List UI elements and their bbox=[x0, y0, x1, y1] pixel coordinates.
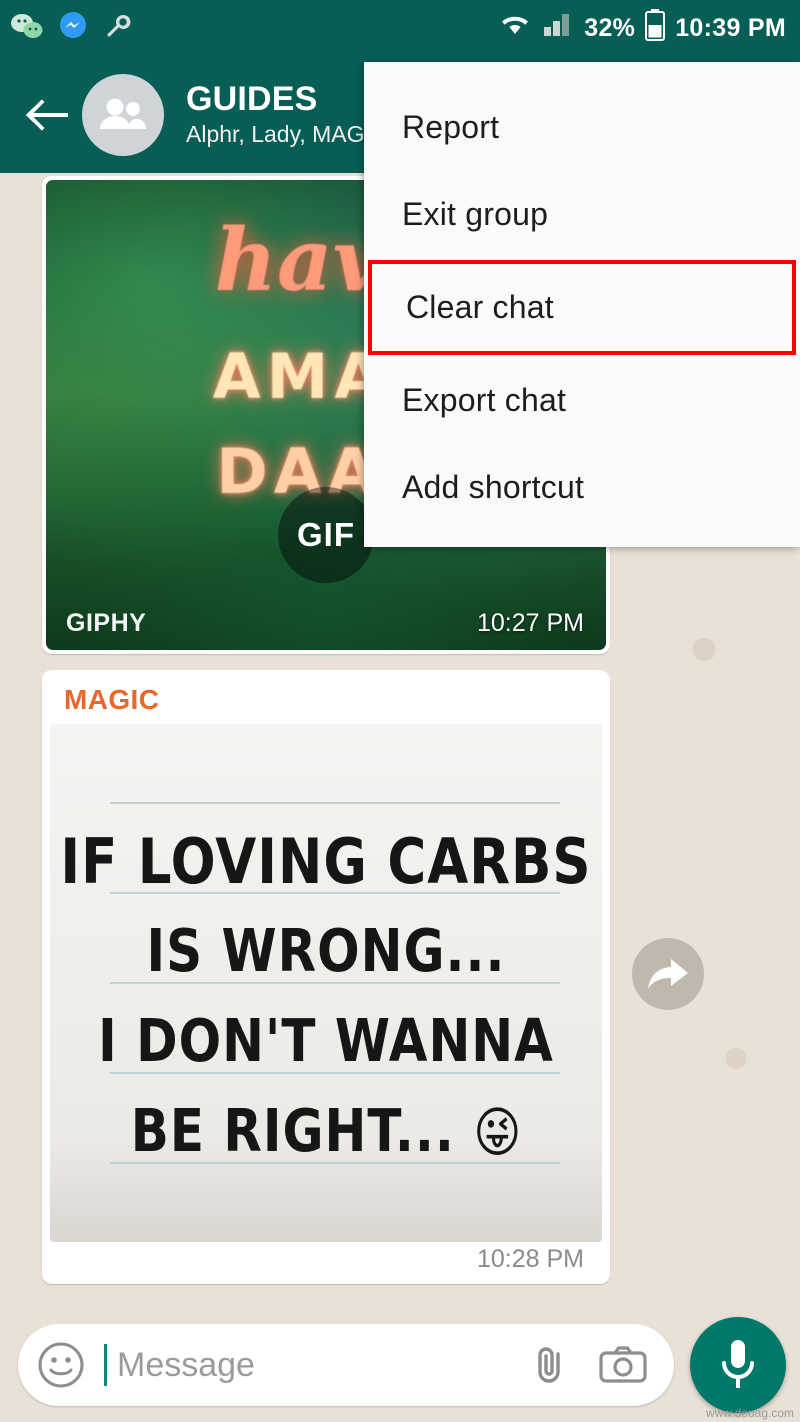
message-timestamp: 10:27 PM bbox=[477, 609, 584, 638]
group-avatar[interactable] bbox=[82, 74, 164, 156]
battery-icon bbox=[645, 9, 665, 48]
menu-item-clear-chat[interactable]: Clear chat bbox=[368, 260, 796, 355]
note-image[interactable]: IF LOVING CARBS IS WRONG... I DON'T WANN… bbox=[50, 724, 602, 1242]
note-text-line-3: I DON'T WANNA bbox=[50, 1007, 602, 1075]
message-sender-name: MAGIC bbox=[42, 670, 610, 724]
menu-item-export-chat[interactable]: Export chat bbox=[364, 357, 800, 444]
menu-item-exit-group[interactable]: Exit group bbox=[364, 171, 800, 258]
camera-icon[interactable] bbox=[598, 1343, 648, 1387]
paperclip-icon[interactable] bbox=[526, 1342, 572, 1388]
wifi-icon bbox=[498, 12, 532, 45]
chat-header-text[interactable]: GUIDES Alphr, Lady, MAG bbox=[186, 80, 365, 149]
text-cursor bbox=[104, 1344, 107, 1386]
status-bar-clock: 10:39 PM bbox=[675, 14, 786, 43]
signal-icon bbox=[542, 12, 574, 45]
wrench-icon bbox=[102, 11, 132, 46]
giphy-attribution: GIPHY bbox=[66, 609, 146, 638]
battery-percent-label: 32% bbox=[584, 14, 635, 43]
message-bubble-image[interactable]: MAGIC IF LOVING CARBS IS WRONG... I DON'… bbox=[42, 670, 610, 1284]
status-bar-system-icons: 32% 10:39 PM bbox=[498, 9, 800, 48]
status-bar: 32% 10:39 PM bbox=[0, 0, 800, 56]
winking-tongue-emoji: 😜 bbox=[473, 1100, 521, 1164]
group-name: GUIDES bbox=[186, 80, 365, 118]
note-text-line-4-text: BE RIGHT... bbox=[131, 1097, 455, 1165]
back-button[interactable] bbox=[16, 98, 78, 132]
note-text-line-2: IS WRONG... bbox=[50, 917, 602, 985]
menu-item-report[interactable]: Report bbox=[364, 84, 800, 171]
overflow-menu[interactable]: Report Exit group Clear chat Export chat… bbox=[364, 62, 800, 547]
message-timestamp: 10:28 PM bbox=[477, 1245, 584, 1274]
forward-button[interactable] bbox=[632, 938, 704, 1010]
note-text-line-1: IF LOVING CARBS bbox=[50, 827, 602, 899]
microphone-button[interactable] bbox=[690, 1317, 786, 1413]
status-bar-notification-icons bbox=[0, 11, 132, 46]
message-input-container[interactable]: Message bbox=[18, 1324, 674, 1406]
messenger-icon bbox=[58, 11, 88, 46]
watermark: www.deuag.com bbox=[706, 1406, 794, 1420]
message-composer: Message bbox=[0, 1308, 800, 1422]
note-text-line-4: BE RIGHT... 😜 bbox=[50, 1097, 602, 1165]
menu-item-add-shortcut[interactable]: Add shortcut bbox=[364, 444, 800, 531]
group-participants: Alphr, Lady, MAG bbox=[186, 121, 365, 149]
message-input[interactable]: Message bbox=[117, 1346, 526, 1385]
smiley-icon[interactable] bbox=[36, 1340, 86, 1390]
phone-screen: 32% 10:39 PM GUIDES Alphr, Lady, MAG hav… bbox=[0, 0, 800, 1422]
wechat-icon bbox=[10, 11, 44, 46]
microphone-icon bbox=[718, 1338, 758, 1392]
note-rule-line bbox=[110, 802, 560, 804]
gif-badge: GIF bbox=[278, 487, 374, 583]
